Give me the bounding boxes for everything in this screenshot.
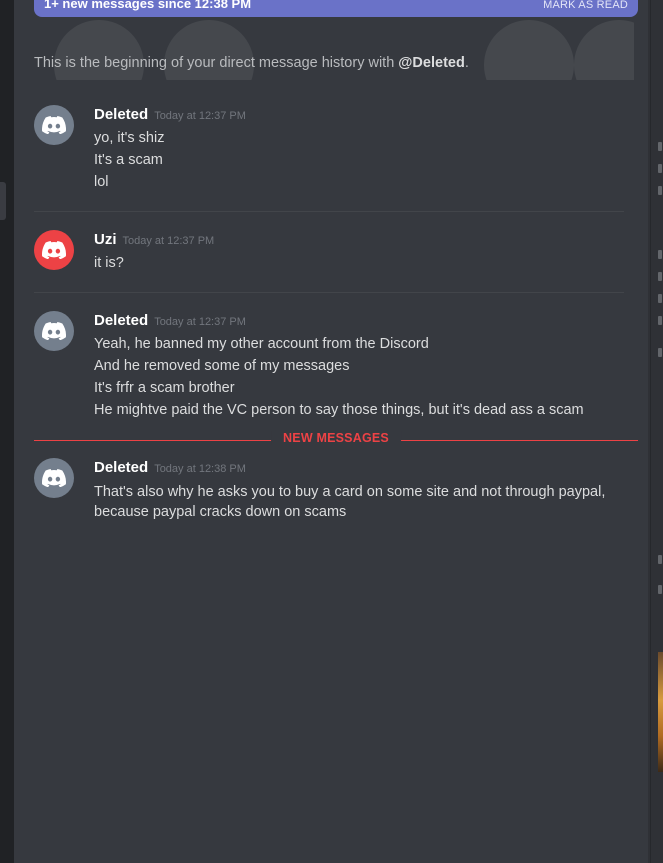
history-intro-user[interactable]: @Deleted	[398, 55, 465, 71]
clipped-text-fragment	[658, 585, 662, 594]
clipped-text-fragment	[658, 272, 662, 281]
discord-icon	[42, 241, 66, 259]
new-messages-label: NEW MESSAGES	[271, 431, 401, 445]
history-intro-prefix: This is the beginning of your direct mes…	[34, 55, 399, 71]
new-messages-divider: NEW MESSAGES	[34, 431, 638, 445]
avatar[interactable]	[34, 230, 74, 270]
timestamp[interactable]: Today at 12:38 PM	[154, 463, 246, 475]
welcome-watermark	[34, 20, 634, 80]
avatar[interactable]	[34, 458, 74, 498]
clipped-text-fragment	[658, 555, 662, 564]
message-text: It's a scam	[94, 152, 163, 168]
new-messages-banner[interactable]: 1+ new messages since 12:38 PM MARK AS R…	[34, 0, 638, 17]
clipped-image-fragment	[658, 652, 663, 772]
clipped-text-fragment	[658, 316, 662, 325]
message-header: Deleted Today at 12:38 PM	[94, 459, 246, 476]
left-sidebar-strip	[0, 0, 14, 863]
message-header: Uzi Today at 12:37 PM	[94, 231, 214, 248]
timestamp[interactable]: Today at 12:37 PM	[154, 110, 246, 122]
avatar[interactable]	[34, 311, 74, 351]
message-text: it is?	[94, 255, 124, 271]
right-side-panel	[648, 0, 663, 863]
clipped-text-fragment	[658, 348, 662, 357]
username[interactable]: Deleted	[94, 459, 148, 476]
username[interactable]: Uzi	[94, 231, 117, 248]
history-intro-suffix: .	[464, 55, 469, 71]
clipped-text-fragment	[658, 186, 662, 195]
username[interactable]: Deleted	[94, 106, 148, 123]
clipped-text-fragment	[658, 164, 662, 173]
discord-icon	[42, 116, 66, 134]
message-text: Yeah, he banned my other account from th…	[94, 336, 429, 352]
discord-icon	[42, 322, 66, 340]
new-messages-banner-text[interactable]: 1+ new messages since 12:38 PM	[44, 0, 251, 11]
panel-border	[650, 0, 651, 863]
message-pane[interactable]: 1+ new messages since 12:38 PM MARK AS R…	[14, 0, 648, 863]
message-divider	[34, 292, 624, 293]
message-text: lol	[94, 174, 109, 190]
timestamp[interactable]: Today at 12:37 PM	[154, 316, 246, 328]
sidebar-scroll-indicator	[0, 182, 6, 220]
message-text: He mightve paid the VC person to say tho…	[94, 402, 584, 418]
message-text: That's also why he asks you to buy a car…	[94, 484, 606, 520]
message-text: It's frfr a scam brother	[94, 380, 235, 396]
message-divider	[34, 211, 624, 212]
username[interactable]: Deleted	[94, 312, 148, 329]
history-intro: This is the beginning of your direct mes…	[34, 55, 469, 71]
discord-icon	[42, 469, 66, 487]
clipped-text-fragment	[658, 250, 662, 259]
message-header: Deleted Today at 12:37 PM	[94, 106, 246, 123]
message-text: And he removed some of my messages	[94, 358, 350, 374]
clipped-text-fragment	[658, 294, 662, 303]
message-header: Deleted Today at 12:37 PM	[94, 312, 246, 329]
mark-as-read-button[interactable]: MARK AS READ	[543, 0, 628, 11]
timestamp[interactable]: Today at 12:37 PM	[123, 235, 215, 247]
avatar[interactable]	[34, 105, 74, 145]
message-text: yo, it's shiz	[94, 130, 165, 146]
clipped-text-fragment	[658, 142, 662, 151]
